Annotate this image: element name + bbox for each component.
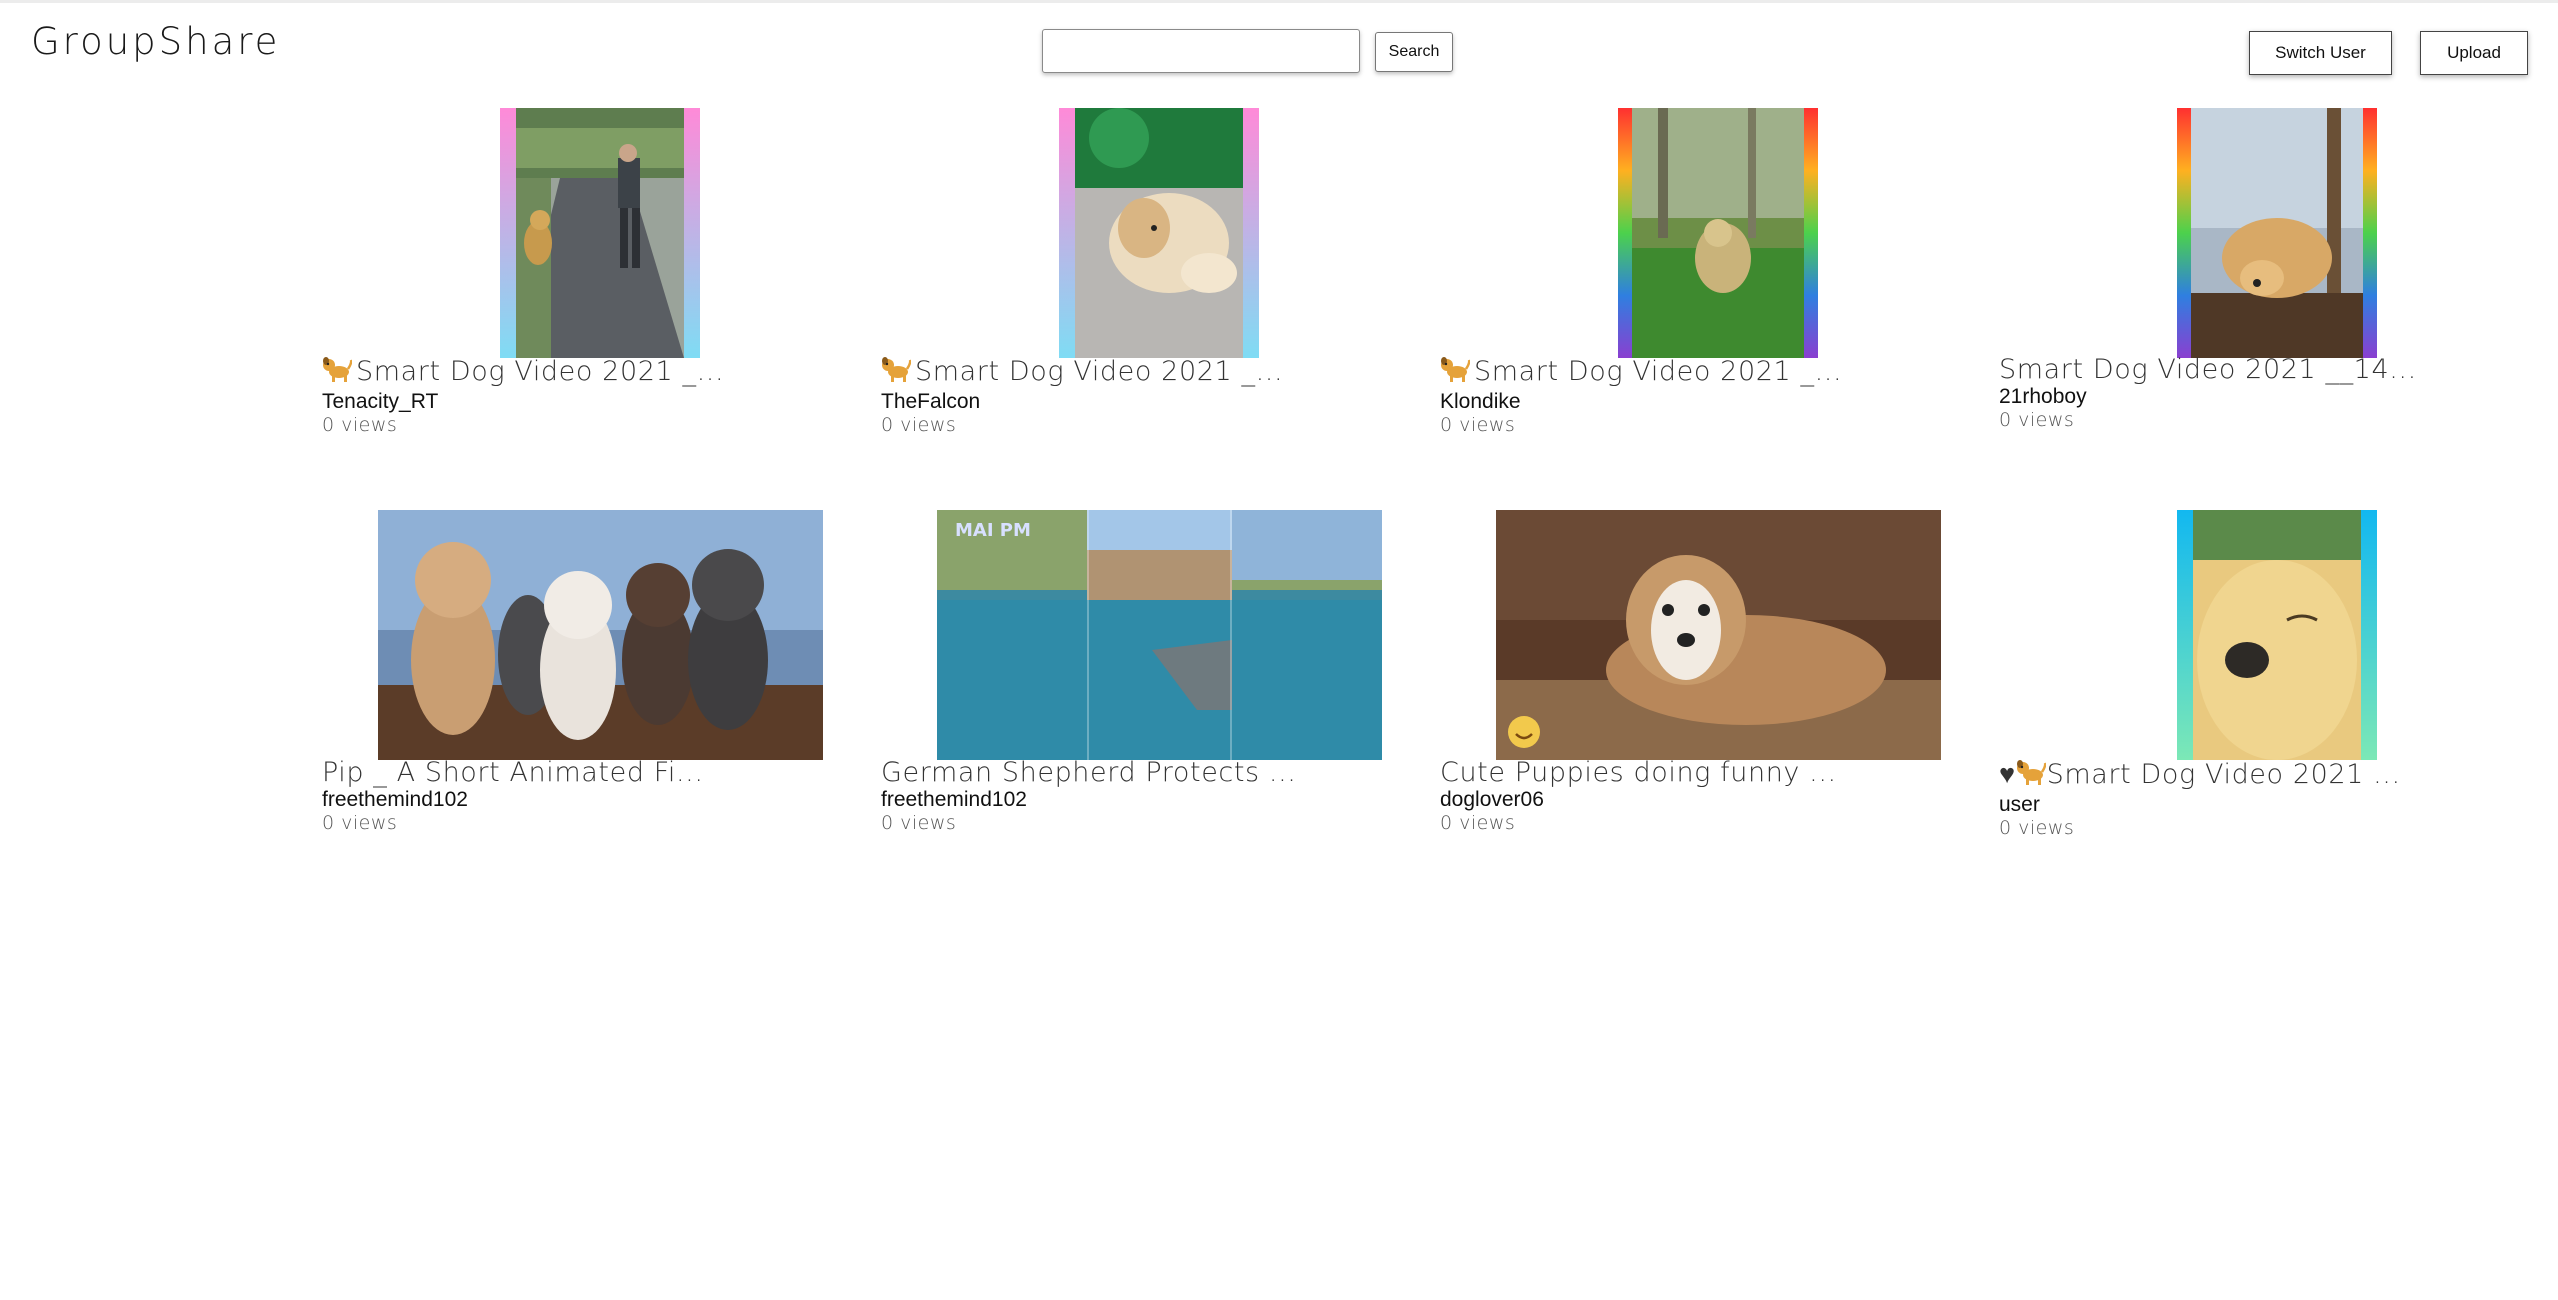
video-views: 0 views xyxy=(881,414,957,436)
video-views: 0 views xyxy=(881,812,957,834)
video-author[interactable]: freethemind102 xyxy=(881,788,1296,811)
heart-icon: ♥ xyxy=(1999,759,2016,790)
dog-icon xyxy=(322,355,353,390)
video-author[interactable]: 21rhoboy xyxy=(1999,385,2417,408)
video-thumbnail[interactable]: MAI PM xyxy=(937,510,1382,760)
video-title[interactable]: Smart Dog Video 2021 _... xyxy=(322,355,724,390)
video-title[interactable]: German Shepherd Protects ... xyxy=(881,758,1296,788)
video-views: 0 views xyxy=(1999,409,2075,431)
video-thumbnail[interactable] xyxy=(1496,510,1941,760)
top-border xyxy=(0,0,2558,3)
search-input[interactable] xyxy=(1042,29,1360,73)
video-views: 0 views xyxy=(1440,812,1516,834)
video-views: 0 views xyxy=(1999,817,2075,839)
video-title[interactable]: Cute Puppies doing funny ... xyxy=(1440,758,1837,788)
video-author[interactable]: user xyxy=(1999,793,2401,816)
video-views: 0 views xyxy=(1440,414,1516,436)
video-author[interactable]: TheFalcon xyxy=(881,390,1283,413)
video-title[interactable]: Pip _ A Short Animated Fi... xyxy=(322,758,704,788)
video-author[interactable]: Klondike xyxy=(1440,390,1842,413)
thumbnail-caption: MAI PM xyxy=(955,520,1031,541)
video-title[interactable]: Smart Dog Video 2021 __14... xyxy=(1999,355,2417,385)
video-author[interactable]: freethemind102 xyxy=(322,788,704,811)
video-thumbnail[interactable] xyxy=(1059,108,1259,358)
video-views: 0 views xyxy=(322,414,398,436)
video-title[interactable]: Smart Dog Video 2021 _... xyxy=(1440,355,1842,390)
upload-button[interactable]: Upload xyxy=(2420,31,2528,75)
video-thumbnail[interactable] xyxy=(2177,108,2377,358)
video-views: 0 views xyxy=(322,812,398,834)
video-thumbnail[interactable] xyxy=(500,108,700,358)
dog-icon xyxy=(1440,355,1471,390)
video-thumbnail[interactable] xyxy=(2177,510,2377,760)
dog-icon xyxy=(2016,758,2047,793)
app-logo[interactable]: GroupShare xyxy=(31,20,280,63)
video-author[interactable]: Tenacity_RT xyxy=(322,390,724,413)
video-author[interactable]: doglover06 xyxy=(1440,788,1837,811)
video-title[interactable]: Smart Dog Video 2021 _... xyxy=(881,355,1283,390)
video-thumbnail[interactable] xyxy=(378,510,823,760)
dog-icon xyxy=(881,355,912,390)
video-title[interactable]: ♥ Smart Dog Video 2021 ... xyxy=(1999,758,2401,793)
switch-user-button[interactable]: Switch User xyxy=(2249,31,2392,75)
search-button[interactable]: Search xyxy=(1375,32,1453,72)
video-thumbnail[interactable] xyxy=(1618,108,1818,358)
